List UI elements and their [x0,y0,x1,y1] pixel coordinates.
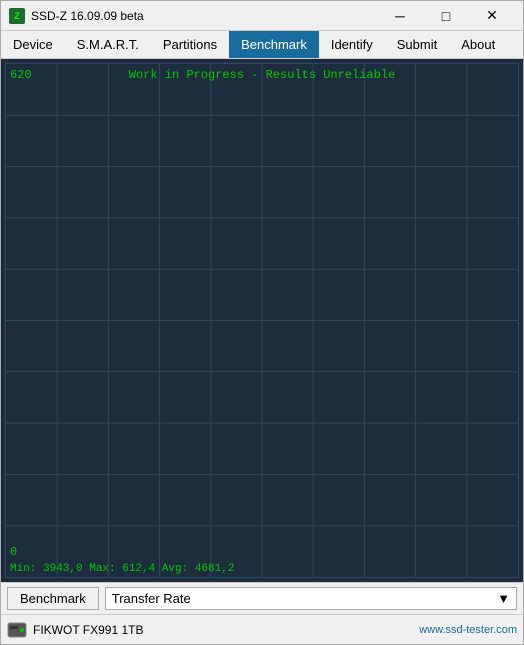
chart-area: 620 Work in Progress - Results Unreliabl… [5,63,519,578]
transfer-rate-dropdown[interactable]: Transfer Rate ▼ [105,587,517,610]
chart-y-min-label: 0 [10,545,17,559]
window-controls: ─ □ ✕ [377,1,515,31]
main-window: Z SSD-Z 16.09.09 beta ─ □ ✕ Device S.M.A… [0,0,524,645]
window-title: SSD-Z 16.09.09 beta [31,9,377,23]
drive-icon-container [7,620,27,640]
title-bar: Z SSD-Z 16.09.09 beta ─ □ ✕ [1,1,523,31]
app-icon: Z [9,8,25,24]
bottom-toolbar: Benchmark Transfer Rate ▼ [1,582,523,614]
menu-bar: Device S.M.A.R.T. Partitions Benchmark I… [1,31,523,59]
chart-stats-label: Min: 3943,0 Max: 612,4 Avg: 4681,2 [10,563,234,575]
chevron-down-icon: ▼ [497,591,510,606]
menu-item-submit[interactable]: Submit [385,31,449,58]
benchmark-button[interactable]: Benchmark [7,587,99,610]
close-button[interactable]: ✕ [469,1,515,31]
chart-y-max-label: 620 [10,68,32,82]
drive-name-label: FIKWOT FX991 1TB [33,623,413,637]
menu-item-device[interactable]: Device [1,31,65,58]
menu-item-about[interactable]: About [449,31,507,58]
chart-svg [6,64,518,577]
status-bar: FIKWOT FX991 1TB www.ssd-tester.com [1,614,523,644]
menu-item-smart[interactable]: S.M.A.R.T. [65,31,151,58]
maximize-button[interactable]: □ [423,1,469,31]
storage-icon [7,621,27,639]
dropdown-value: Transfer Rate [112,591,191,606]
menu-item-partitions[interactable]: Partitions [151,31,229,58]
minimize-button[interactable]: ─ [377,1,423,31]
menu-item-identify[interactable]: Identify [319,31,385,58]
chart-warning-label: Work in Progress - Results Unreliable [129,68,395,82]
menu-item-benchmark[interactable]: Benchmark [229,31,319,58]
content-area: 620 Work in Progress - Results Unreliabl… [1,59,523,614]
website-label: www.ssd-tester.com [419,624,517,636]
